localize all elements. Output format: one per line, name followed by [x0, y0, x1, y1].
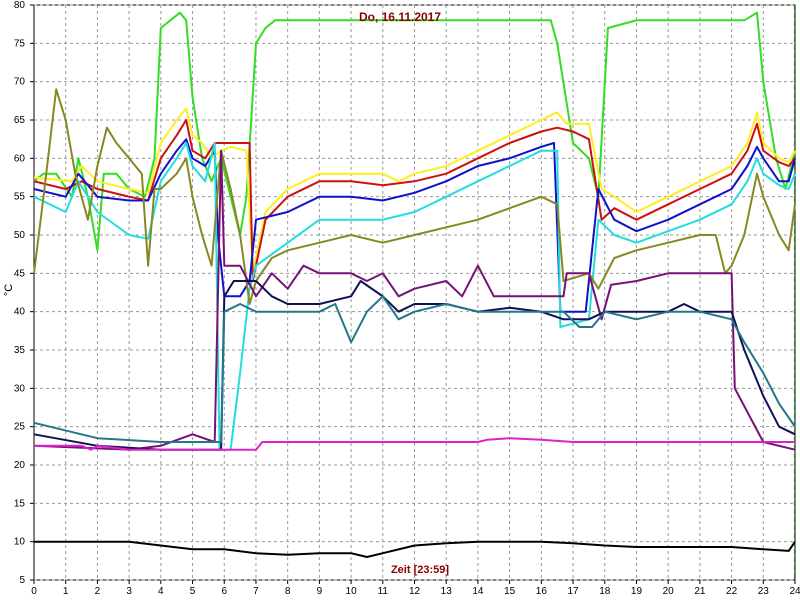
x-tick-label: 5	[190, 586, 196, 597]
y-tick-label: 50	[14, 230, 26, 241]
x-tick-label: 8	[285, 586, 291, 597]
y-tick-label: 10	[14, 537, 26, 548]
y-tick-label: 35	[14, 345, 26, 356]
y-tick-label: 80	[14, 0, 26, 11]
temperature-chart: 5101520253035404550556065707580 01234567…	[3, 0, 800, 597]
x-tick-label: 10	[346, 586, 358, 597]
x-tick-labels: 0 1 2 3 4 5 6 7 8 9 10 11 12 13 14 15 16 17 18 19 20 21 22 23 24	[31, 580, 800, 597]
x-tick-label: 12	[409, 586, 421, 597]
y-tick-labels: 5 10 15 20 25 30 35 40 45 50 55 60 65 70 75 80	[14, 0, 34, 586]
y-tick-label: 45	[14, 268, 26, 279]
chart-title: Do, 16.11.2017	[359, 10, 441, 24]
y-tick-label: 75	[14, 38, 26, 49]
y-axis-label: °C	[3, 284, 15, 296]
x-tick-label: 17	[567, 586, 579, 597]
x-tick-label: 13	[441, 586, 453, 597]
x-tick-label: 0	[31, 586, 37, 597]
y-tick-label: 70	[14, 77, 26, 88]
x-tick-label: 18	[599, 586, 611, 597]
x-tick-label: 14	[472, 586, 484, 597]
y-tick-label: 25	[14, 422, 26, 433]
y-tick-label: 15	[14, 498, 26, 509]
x-tick-label: 22	[726, 586, 738, 597]
x-tick-label: 2	[95, 586, 101, 597]
y-tick-label: 65	[14, 115, 26, 126]
x-tick-label: 4	[158, 586, 164, 597]
y-tick-label: 5	[19, 575, 25, 586]
x-axis-label: Zeit [23:59]	[391, 564, 449, 576]
x-tick-label: 6	[221, 586, 227, 597]
x-tick-label: 19	[631, 586, 643, 597]
y-tick-label: 40	[14, 307, 26, 318]
x-tick-label: 16	[536, 586, 548, 597]
x-tick-label: 21	[694, 586, 706, 597]
x-tick-label: 15	[504, 586, 516, 597]
x-tick-label: 11	[378, 586, 389, 597]
y-tick-label: 55	[14, 192, 26, 203]
x-tick-label: 3	[126, 586, 132, 597]
x-tick-label: 7	[253, 586, 259, 597]
x-tick-label: 23	[758, 586, 770, 597]
y-tick-label: 60	[14, 153, 26, 164]
y-tick-label: 20	[14, 460, 26, 471]
y-tick-label: 30	[14, 383, 26, 394]
x-tick-label: 9	[317, 586, 323, 597]
x-tick-label: 20	[663, 586, 675, 597]
x-tick-label: 24	[789, 586, 800, 597]
x-tick-label: 1	[63, 586, 69, 597]
